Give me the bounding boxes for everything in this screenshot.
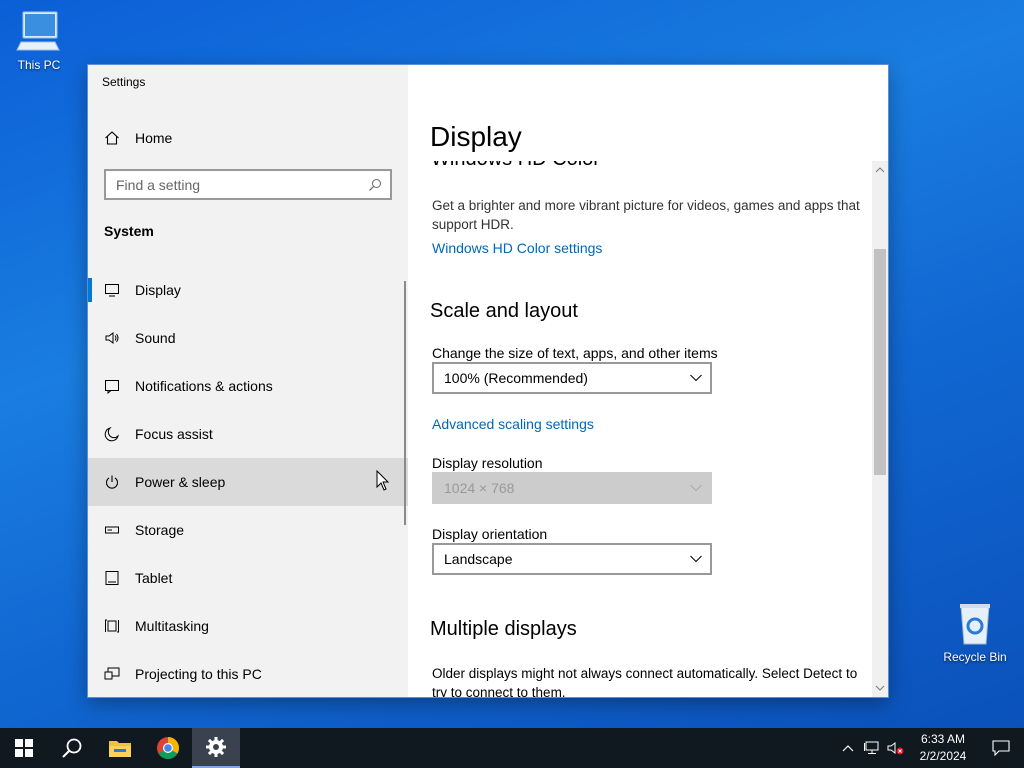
scale-value: 100% (Recommended) — [444, 370, 588, 386]
system-tray: 6:33 AM 2/2/2024 — [836, 728, 1024, 768]
orientation-value: Landscape — [444, 551, 513, 567]
projecting-icon — [104, 666, 120, 682]
chevron-down-icon — [690, 555, 702, 563]
clock-date: 2/2/2024 — [919, 749, 967, 763]
speaker-icon — [104, 330, 120, 346]
scale-label: Change the size of text, apps, and other… — [432, 345, 718, 361]
tablet-icon — [104, 570, 120, 586]
sidebar-item-label: Display — [135, 282, 181, 298]
sidebar-item-label: Power & sleep — [135, 474, 226, 490]
search-icon[interactable] — [368, 178, 382, 192]
clock[interactable]: 6:33 AM 2/2/2024 — [908, 731, 978, 765]
recycle-bin-icon — [960, 604, 990, 645]
app-title: Settings — [102, 75, 146, 89]
search-input[interactable] — [116, 176, 368, 193]
sidebar-item-label: Storage — [135, 522, 185, 538]
sidebar-scrollbar[interactable] — [404, 281, 406, 525]
moon-icon — [104, 426, 120, 442]
notification-icon — [104, 378, 120, 394]
computer-icon — [16, 11, 60, 51]
monitor-icon — [104, 282, 120, 298]
search-taskbar-button[interactable] — [48, 728, 96, 768]
page-title: Display — [430, 121, 522, 152]
chrome-icon — [157, 737, 179, 759]
multiple-displays-heading: Multiple displays — [430, 618, 577, 640]
windows-logo-icon — [15, 739, 33, 757]
sidebar-item-label: Notifications & actions — [135, 378, 273, 394]
hdr-heading: Windows HD Color — [431, 161, 600, 171]
gear-icon — [206, 737, 226, 757]
sidebar-item-label: Projecting to this PC — [135, 666, 262, 682]
volume-button[interactable] — [884, 728, 908, 768]
taskbar: 6:33 AM 2/2/2024 — [0, 728, 1024, 768]
clock-time: 6:33 AM — [920, 732, 966, 746]
recycle-bin-desktop-icon[interactable]: Recycle Bin — [940, 600, 1010, 664]
power-icon — [104, 474, 120, 490]
chevron-down-icon — [690, 374, 702, 382]
this-pc-desktop-icon[interactable]: This PC — [4, 8, 74, 72]
chevron-down-icon — [690, 484, 702, 492]
storage-icon — [104, 522, 120, 538]
home-button[interactable]: Home — [104, 125, 172, 151]
volume-muted-icon — [887, 742, 904, 755]
sidebar-item-storage[interactable]: Storage — [88, 506, 408, 554]
section-label: System — [104, 223, 154, 239]
sidebar-item-tablet[interactable]: Tablet — [88, 554, 408, 602]
settings-taskbar-button[interactable] — [192, 728, 240, 768]
network-button[interactable] — [860, 728, 884, 768]
chrome-button[interactable] — [144, 728, 192, 768]
search-box — [104, 169, 392, 200]
sidebar-item-projecting[interactable]: Projecting to this PC — [88, 650, 408, 697]
content-pane: Display Windows HD Color Get a brighter … — [408, 65, 888, 697]
mouse-cursor-icon — [376, 470, 390, 491]
sidebar-item-power-sleep[interactable]: Power & sleep — [88, 458, 408, 506]
home-icon — [105, 131, 119, 145]
resolution-dropdown[interactable]: 1024 × 768 — [432, 472, 712, 504]
scroll-up-icon[interactable] — [875, 165, 885, 175]
multitasking-icon — [104, 618, 120, 634]
settings-scroll-area: Windows HD Color Get a brighter and more… — [408, 161, 870, 697]
home-label: Home — [135, 130, 173, 146]
show-hidden-icons-button[interactable] — [836, 728, 860, 768]
sidebar-nav: Display Sound Notifications & actions Fo… — [88, 266, 408, 697]
sidebar-item-focus-assist[interactable]: Focus assist — [88, 410, 408, 458]
resolution-value: 1024 × 768 — [444, 480, 515, 496]
advanced-scaling-link[interactable]: Advanced scaling settings — [432, 416, 594, 432]
orientation-label: Display orientation — [432, 526, 548, 542]
scrollbar-thumb[interactable] — [874, 249, 886, 475]
sidebar-item-label: Multitasking — [135, 618, 209, 634]
hdr-description: Get a brighter and more vibrant picture … — [432, 198, 860, 232]
action-center-button[interactable] — [978, 728, 1024, 768]
content-scrollbar[interactable] — [872, 161, 888, 697]
this-pc-label: This PC — [17, 58, 61, 72]
chevron-up-icon — [842, 745, 854, 752]
sidebar-item-multitasking[interactable]: Multitasking — [88, 602, 408, 650]
scroll-down-icon[interactable] — [875, 683, 885, 693]
sidebar-item-label: Tablet — [135, 570, 173, 586]
search-icon — [62, 738, 82, 758]
sidebar-item-display[interactable]: Display — [88, 266, 408, 314]
sidebar-item-notifications[interactable]: Notifications & actions — [88, 362, 408, 410]
folder-icon — [109, 741, 131, 757]
hdr-settings-link[interactable]: Windows HD Color settings — [432, 240, 602, 256]
scale-layout-heading: Scale and layout — [430, 300, 578, 322]
start-button[interactable] — [0, 728, 48, 768]
sidebar-item-label: Sound — [135, 330, 176, 346]
scale-dropdown[interactable]: 100% (Recommended) — [432, 362, 712, 394]
settings-window: Settings Home System Display — [88, 65, 888, 697]
multiple-displays-description: Older displays might not always connect … — [432, 666, 858, 697]
sidebar-item-label: Focus assist — [135, 426, 213, 442]
orientation-dropdown[interactable]: Landscape — [432, 543, 712, 575]
resolution-label: Display resolution — [432, 455, 543, 471]
file-explorer-button[interactable] — [96, 728, 144, 768]
notification-icon — [992, 740, 1010, 756]
network-icon — [864, 741, 879, 754]
recycle-bin-label: Recycle Bin — [943, 650, 1007, 664]
sidebar-item-sound[interactable]: Sound — [88, 314, 408, 362]
sidebar: Settings Home System Display — [88, 65, 408, 697]
